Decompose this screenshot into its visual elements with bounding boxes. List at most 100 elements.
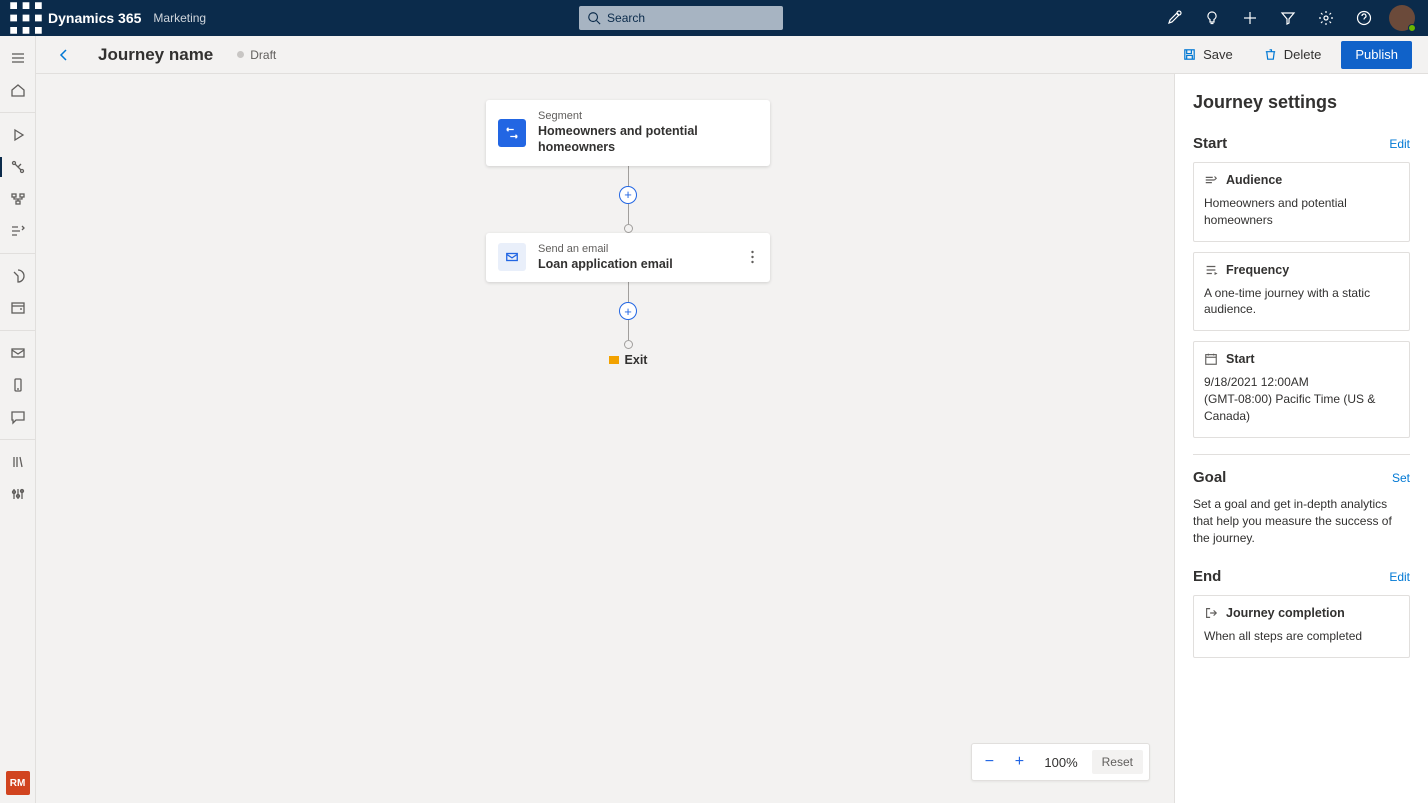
zoom-out-button[interactable]: − bbox=[978, 751, 1000, 773]
global-search bbox=[579, 6, 783, 30]
end-edit-link[interactable]: Edit bbox=[1389, 570, 1410, 584]
connector-node-icon bbox=[624, 224, 633, 233]
nav-forms-icon[interactable] bbox=[0, 292, 36, 324]
user-avatar[interactable] bbox=[1384, 0, 1420, 36]
nav-play-icon[interactable] bbox=[0, 119, 36, 151]
main-area: Journey name Draft Save Delete Publish S… bbox=[36, 36, 1428, 803]
goal-set-link[interactable]: Set bbox=[1392, 471, 1410, 485]
frequency-label: Frequency bbox=[1226, 263, 1289, 277]
search-icon bbox=[587, 11, 601, 25]
audience-label: Audience bbox=[1226, 173, 1282, 187]
workspace: Segment Homeowners and potential homeown… bbox=[36, 74, 1428, 803]
end-heading: End bbox=[1193, 568, 1221, 585]
start-datetime: 9/18/2021 12:00AM bbox=[1204, 374, 1399, 391]
save-icon bbox=[1182, 47, 1197, 62]
page-title[interactable]: Journey name bbox=[98, 45, 213, 65]
goal-heading: Goal bbox=[1193, 469, 1226, 486]
app-launcher-icon[interactable] bbox=[8, 0, 44, 36]
left-nav: RM bbox=[0, 36, 36, 803]
status-text: Draft bbox=[250, 48, 276, 62]
nav-flow-icon[interactable] bbox=[0, 215, 36, 247]
journey-flow: Segment Homeowners and potential homeown… bbox=[486, 100, 770, 367]
nav-collapse-icon[interactable] bbox=[0, 42, 36, 74]
start-label: Start bbox=[1226, 352, 1254, 366]
exit-node: Exit bbox=[609, 353, 648, 367]
lightbulb-icon[interactable] bbox=[1194, 0, 1230, 36]
save-button[interactable]: Save bbox=[1172, 41, 1243, 69]
connector-line bbox=[628, 204, 629, 224]
nav-home-icon[interactable] bbox=[0, 74, 36, 106]
publish-button[interactable]: Publish bbox=[1341, 41, 1412, 69]
module-title: Marketing bbox=[153, 11, 206, 25]
nav-chat-icon[interactable] bbox=[0, 401, 36, 433]
delete-label: Delete bbox=[1284, 47, 1322, 62]
nav-mobile-icon[interactable] bbox=[0, 369, 36, 401]
nav-segments-icon[interactable] bbox=[0, 183, 36, 215]
settings-icon[interactable] bbox=[1308, 0, 1344, 36]
email-node[interactable]: Send an email Loan application email bbox=[486, 233, 770, 282]
zoom-control: − + 100% Reset bbox=[971, 743, 1150, 781]
connector-line bbox=[628, 166, 629, 186]
audience-card[interactable]: Audience Homeowners and potential homeow… bbox=[1193, 162, 1410, 242]
calendar-icon bbox=[1204, 352, 1218, 366]
frequency-card[interactable]: Frequency A one-time journey with a stat… bbox=[1193, 252, 1410, 332]
exit-label: Exit bbox=[625, 353, 648, 367]
panel-title: Journey settings bbox=[1193, 92, 1410, 113]
end-section-header: End Edit bbox=[1193, 568, 1410, 585]
publish-label: Publish bbox=[1355, 47, 1398, 62]
nav-journey-icon[interactable] bbox=[0, 151, 36, 183]
avatar-circle bbox=[1389, 5, 1415, 31]
settings-panel: Journey settings Start Edit Audience Hom… bbox=[1174, 74, 1428, 803]
nav-settings-nav-icon[interactable] bbox=[0, 478, 36, 510]
email-type-label: Send an email bbox=[538, 243, 673, 256]
node-more-button[interactable] bbox=[742, 247, 762, 267]
status-badge: Draft bbox=[237, 48, 276, 62]
app-topbar: Dynamics 365 Marketing bbox=[0, 0, 1428, 36]
add-icon[interactable] bbox=[1232, 0, 1268, 36]
nav-profile-tile[interactable]: RM bbox=[6, 771, 30, 795]
section-divider bbox=[1193, 454, 1410, 455]
exit-flag-icon bbox=[609, 356, 619, 364]
start-timezone: (GMT-08:00) Pacific Time (US & Canada) bbox=[1204, 391, 1399, 425]
connector-node-icon bbox=[624, 340, 633, 349]
email-name-label: Loan application email bbox=[538, 256, 673, 272]
frequency-value: A one-time journey with a static audienc… bbox=[1204, 285, 1399, 319]
journey-canvas[interactable]: Segment Homeowners and potential homeown… bbox=[36, 74, 1174, 803]
search-input[interactable] bbox=[607, 11, 775, 25]
segment-node[interactable]: Segment Homeowners and potential homeown… bbox=[486, 100, 770, 166]
brand-title: Dynamics 365 bbox=[48, 10, 141, 26]
search-box[interactable] bbox=[579, 6, 783, 30]
start-edit-link[interactable]: Edit bbox=[1389, 137, 1410, 151]
delete-icon bbox=[1263, 47, 1278, 62]
completion-value: When all steps are completed bbox=[1204, 628, 1399, 645]
back-button[interactable] bbox=[52, 43, 76, 67]
zoom-value: 100% bbox=[1038, 755, 1083, 770]
frequency-icon bbox=[1204, 263, 1218, 277]
zoom-in-button[interactable]: + bbox=[1008, 751, 1030, 773]
email-icon bbox=[498, 243, 526, 271]
start-card[interactable]: Start 9/18/2021 12:00AM (GMT-08:00) Paci… bbox=[1193, 341, 1410, 437]
goal-section-header: Goal Set bbox=[1193, 469, 1410, 486]
nav-email-icon[interactable] bbox=[0, 337, 36, 369]
topbar-actions bbox=[1156, 0, 1420, 36]
completion-card[interactable]: Journey completion When all steps are co… bbox=[1193, 595, 1410, 658]
filter-icon[interactable] bbox=[1270, 0, 1306, 36]
start-section-header: Start Edit bbox=[1193, 135, 1410, 152]
zoom-reset-button[interactable]: Reset bbox=[1092, 750, 1143, 774]
completion-label: Journey completion bbox=[1226, 606, 1345, 620]
nav-analytics-icon[interactable] bbox=[0, 260, 36, 292]
connector-line bbox=[628, 320, 629, 340]
nav-library-icon[interactable] bbox=[0, 446, 36, 478]
help-icon[interactable] bbox=[1346, 0, 1382, 36]
segment-name-label: Homeowners and potential homeowners bbox=[538, 123, 758, 156]
segment-type-label: Segment bbox=[538, 110, 758, 123]
delete-button[interactable]: Delete bbox=[1253, 41, 1332, 69]
add-step-button[interactable]: + bbox=[619, 186, 637, 204]
audience-icon bbox=[1204, 173, 1218, 187]
add-step-button[interactable]: + bbox=[619, 302, 637, 320]
start-value: 9/18/2021 12:00AM (GMT-08:00) Pacific Ti… bbox=[1204, 374, 1399, 424]
presence-indicator bbox=[1408, 24, 1416, 32]
command-bar: Journey name Draft Save Delete Publish bbox=[36, 36, 1428, 74]
compose-icon[interactable] bbox=[1156, 0, 1192, 36]
connector-line bbox=[628, 282, 629, 302]
